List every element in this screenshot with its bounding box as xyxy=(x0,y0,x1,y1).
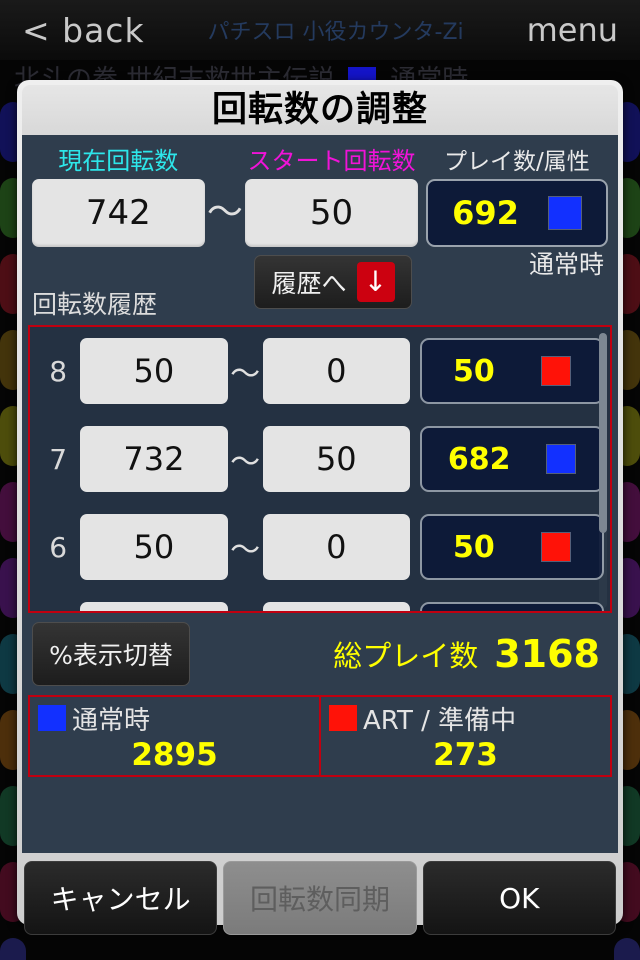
current-spins-label: 現在回転数 xyxy=(58,147,179,175)
table-row[interactable]: 7 732 ～ 50 682 xyxy=(30,415,610,503)
legend-normal: 通常時 2895 xyxy=(30,697,319,775)
history-current-input[interactable]: 50 xyxy=(80,338,228,404)
history-current-input[interactable]: 732 xyxy=(80,426,228,492)
go-to-history-button[interactable]: 履歴へ ↓ xyxy=(254,255,412,309)
history-chip-icon xyxy=(540,356,571,386)
history-tilde: ～ xyxy=(230,445,261,480)
total-plays-value: 3168 xyxy=(494,632,600,676)
sync-spins-button[interactable]: 回転数同期 xyxy=(223,861,417,935)
percent-toggle-button[interactable]: %表示切替 xyxy=(32,622,190,686)
legend-art-chip-icon xyxy=(329,705,357,731)
legend-panel: 通常時 2895 ART / 準備中 273 xyxy=(28,695,612,777)
total-plays: 総プレイ数 3168 xyxy=(190,632,608,676)
total-plays-label: 総プレイ数 xyxy=(333,639,479,673)
start-spins-label: スタート回転数 xyxy=(247,147,416,175)
history-row-index: 7 xyxy=(49,442,68,476)
app-root: < back パチスロ 小役カウンタ-Zi menu 北斗の拳 世紀末救世主伝説… xyxy=(0,0,640,960)
totals-row: %表示切替 総プレイ数 3168 xyxy=(32,613,608,695)
history-row-index: 8 xyxy=(49,354,68,388)
history-scrollbar-thumb[interactable] xyxy=(599,333,607,533)
dialog-footer: キャンセル 回転数同期 OK xyxy=(22,853,618,939)
background-bar xyxy=(0,938,26,960)
start-spins-input[interactable]: 50 xyxy=(245,179,418,247)
attribute-chip-icon xyxy=(547,196,582,230)
history-plays-value: 50 xyxy=(453,529,495,565)
spin-editor: 現在回転数 742 . ～ スタート回転数 50 プレイ数/属性 692 xyxy=(32,135,608,247)
legend-art-label: ART / 準備中 xyxy=(363,705,517,736)
history-tilde: ～ xyxy=(230,533,261,568)
plays-attr-display[interactable]: 692 xyxy=(425,179,608,247)
go-to-history-label: 履歴へ xyxy=(271,269,347,298)
history-list[interactable]: 850～0507732～50682650～0505 xyxy=(28,325,612,613)
history-plays-display[interactable] xyxy=(420,602,604,611)
history-plays-display[interactable]: 50 xyxy=(420,514,604,580)
legend-normal-chip-icon xyxy=(38,705,66,731)
dialog-title: 回転数の調整 xyxy=(22,85,618,135)
table-row[interactable]: 6 50 ～ 0 50 xyxy=(30,503,610,591)
history-plays-display[interactable]: 50 xyxy=(420,338,604,404)
history-plays-value: 682 xyxy=(447,441,511,477)
cancel-button[interactable]: キャンセル xyxy=(24,861,218,935)
history-current-input[interactable] xyxy=(80,602,228,611)
arrow-down-icon: ↓ xyxy=(356,262,395,302)
app-title: パチスロ 小役カウンタ-Zi xyxy=(207,20,464,45)
plays-value: 692 xyxy=(452,194,519,232)
history-chip-icon xyxy=(546,444,577,474)
history-plays-value: 50 xyxy=(453,353,495,389)
history-start-input[interactable]: 0 xyxy=(262,338,410,404)
current-state-text: 通常時 xyxy=(528,250,604,279)
legend-normal-label: 通常時 xyxy=(72,705,151,736)
history-tilde: ～ xyxy=(230,357,261,392)
menu-button[interactable]: menu xyxy=(527,11,618,49)
legend-normal-value: 2895 xyxy=(131,736,218,773)
history-header: 回転数履歴 履歴へ ↓ 通常時 xyxy=(32,247,608,325)
ok-button[interactable]: OK xyxy=(422,861,616,935)
history-current-input[interactable]: 50 xyxy=(80,514,228,580)
history-row-index: 6 xyxy=(49,530,68,564)
history-start-input[interactable]: 0 xyxy=(262,514,410,580)
history-plays-display[interactable]: 682 xyxy=(420,426,604,492)
background-bar xyxy=(614,938,640,960)
table-row[interactable]: 8 50 ～ 0 50 xyxy=(30,327,610,415)
current-spins-input[interactable]: 742 xyxy=(32,179,205,247)
table-row[interactable]: 5 xyxy=(30,591,610,611)
back-button[interactable]: < back xyxy=(22,11,145,50)
legend-art: ART / 準備中 273 xyxy=(319,697,610,775)
history-start-input[interactable]: 50 xyxy=(262,426,410,492)
adjust-dialog: 回転数の調整 現在回転数 742 . ～ スタート回転数 50 プレイ数/属性 xyxy=(17,80,623,935)
history-list-label: 回転数履歴 xyxy=(32,290,158,319)
plays-attr-label: プレイ数/属性 xyxy=(444,149,590,175)
app-topbar: < back パチスロ 小役カウンタ-Zi menu xyxy=(0,0,640,60)
history-chip-icon xyxy=(540,532,571,562)
history-scrollbar[interactable] xyxy=(599,333,607,608)
range-tilde: ～ xyxy=(206,192,243,233)
dialog-body: 現在回転数 742 . ～ スタート回転数 50 プレイ数/属性 692 xyxy=(22,135,618,853)
legend-art-value: 273 xyxy=(433,736,498,773)
history-start-input[interactable] xyxy=(262,602,410,611)
